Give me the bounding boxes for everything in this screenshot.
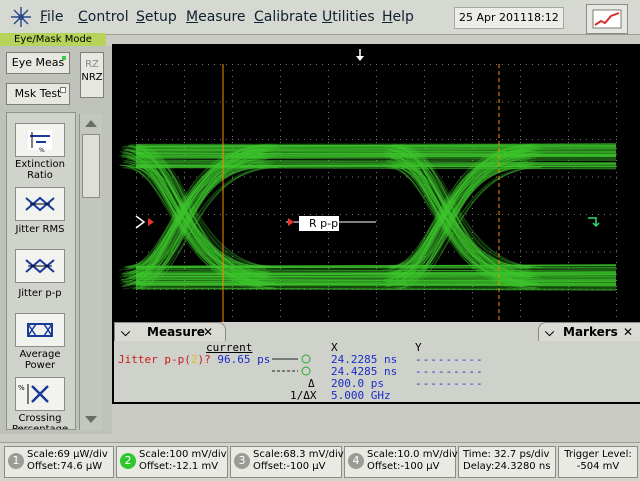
rz-nrz-toggle[interactable]: RZ NRZ: [80, 52, 104, 98]
jitter-rms-label: Jitter RMS: [15, 224, 65, 235]
menu-help[interactable]: Help: [382, 9, 414, 25]
timebase-scale: Time: 32.7 ps/div: [463, 449, 550, 460]
jitter-rms-icon: [25, 196, 55, 212]
measure-tab[interactable]: ⌵ Measure ✕: [114, 322, 226, 341]
trigger-box[interactable]: Trigger Level: -504 mV: [558, 446, 638, 478]
meas-suffix: )?: [197, 353, 211, 366]
date-text: 25 Apr 2011: [459, 11, 528, 24]
date-time-display: 25 Apr 2011 18:12: [454, 7, 564, 29]
svg-text:%: %: [18, 384, 25, 392]
quick-help-button[interactable]: [586, 4, 628, 34]
channel-1-badge: 1: [8, 453, 24, 469]
channel-4-badge: 4: [348, 453, 364, 469]
channel-2-scale: Scale:100 mV/div: [139, 449, 227, 460]
trigger-label: Trigger Level:: [564, 449, 632, 460]
timebase-delay: Delay:24.3280 ns: [463, 461, 551, 472]
menu-utilities[interactable]: Utilities: [322, 9, 375, 25]
menu-calibrate[interactable]: Calibrate: [254, 9, 317, 25]
crossing-percentage-label: Crossing Percentage: [11, 413, 69, 430]
scroll-up-arrow-icon[interactable]: [83, 117, 99, 129]
jitter-measurement-row[interactable]: Jitter p-p(2)? 96.65 ps: [118, 353, 270, 366]
mask-test-button[interactable]: Msk Test: [6, 83, 70, 105]
scroll-down-arrow-icon[interactable]: [83, 414, 99, 426]
rz-option[interactable]: RZ: [81, 59, 103, 70]
marker-flag-icon: [288, 218, 294, 226]
time-text: 18:12: [527, 11, 559, 24]
crossing-percentage-icon: %: [18, 384, 49, 404]
channel-3-badge: 3: [234, 453, 250, 469]
average-power-label: Average Power: [19, 349, 61, 371]
channel-level-marker-icon: [135, 215, 154, 229]
measurement-list: % Extinction Ratio Jitter RMS Jitter p-p…: [6, 112, 76, 430]
jitter-pp-icon: [25, 258, 55, 274]
inverse-delta-symbol: 1/ΔX: [290, 389, 317, 402]
channel-4-scale: Scale:10.0 mV/div: [367, 449, 458, 460]
average-power-button[interactable]: [15, 313, 65, 347]
meas-value: 96.65 ps: [217, 353, 271, 366]
collapse-chevron-icon[interactable]: ⌵: [121, 323, 130, 341]
trigger-position-arrow-icon: [356, 49, 364, 61]
channel-4-box[interactable]: 4 Scale:10.0 mV/div Offset:-100 μV: [344, 446, 458, 478]
signal-chart-icon: [592, 9, 622, 29]
mode-label: Eye/Mask Mode: [0, 33, 106, 47]
jitter-rms-button[interactable]: [15, 187, 65, 221]
svg-text:%: %: [39, 147, 45, 154]
mask-test-label: Msk Test: [14, 87, 62, 100]
extinction-ratio-icon: %: [28, 130, 52, 154]
menu-measure[interactable]: Measure: [186, 9, 246, 25]
menu-control[interactable]: Control: [78, 9, 129, 25]
jitter-pp-label: Jitter p-p: [18, 288, 62, 299]
timebase-box[interactable]: Time: 32.7 ps/div Delay:24.3280 ns: [458, 446, 556, 478]
eye-traces: [119, 143, 617, 292]
channel-4-offset: Offset:-100 μV: [367, 461, 440, 472]
jitter-pp-button[interactable]: [15, 249, 65, 283]
channel-2-offset: Offset:-12.1 mV: [139, 461, 219, 472]
jitter-marker-label: R p-p: [299, 216, 339, 231]
measure-tab-label: Measure: [147, 325, 205, 339]
extinction-ratio-label: Extinction Ratio: [15, 159, 65, 181]
inverse-delta-value: 5.000 GHz: [331, 389, 391, 402]
eye-meas-label: Eye Meas: [11, 56, 65, 69]
channel-3-scale: Scale:68.3 mV/div: [253, 449, 344, 460]
extinction-ratio-button[interactable]: %: [15, 123, 65, 157]
menu-file[interactable]: File: [40, 9, 63, 25]
channel-2-box[interactable]: 2 Scale:100 mV/div Offset:-12.1 mV: [116, 446, 228, 478]
channel-2-badge: 2: [120, 453, 136, 469]
menu-setup[interactable]: Setup: [136, 9, 177, 25]
markers-tab-label: Markers: [563, 325, 618, 339]
markers-tab[interactable]: ⌵ Markers ✕: [538, 322, 640, 341]
close-icon[interactable]: ✕: [203, 323, 213, 341]
trigger-value: -504 mV: [576, 461, 620, 472]
meas-name: Jitter p-p(: [118, 353, 191, 366]
channel-1-offset: Offset:74.6 μW: [27, 461, 103, 472]
scroll-thumb[interactable]: [82, 134, 100, 198]
measurement-scrollbar[interactable]: [79, 114, 102, 430]
channel-3-offset: Offset:-100 μV: [253, 461, 326, 472]
nrz-option[interactable]: NRZ: [81, 72, 103, 83]
marker-line-icons: [272, 354, 311, 376]
eye-meas-button[interactable]: Eye Meas: [6, 52, 70, 74]
agilent-logo-icon: [11, 7, 31, 27]
crossing-percentage-button[interactable]: %: [15, 377, 65, 411]
graticule: [136, 64, 617, 365]
average-power-icon: [27, 323, 53, 337]
marker-y3: ---------: [415, 377, 484, 390]
channel-3-box[interactable]: 3 Scale:68.3 mV/div Offset:-100 μV: [230, 446, 344, 478]
markers-chevron-icon[interactable]: ⌵: [545, 323, 554, 341]
trigger-level-arrow-icon: [588, 217, 600, 228]
markers-close-icon[interactable]: ✕: [623, 323, 633, 341]
channel-1-scale: Scale:69 μW/div: [27, 449, 108, 460]
channel-1-box[interactable]: 1 Scale:69 μW/div Offset:74.6 μW: [4, 446, 114, 478]
